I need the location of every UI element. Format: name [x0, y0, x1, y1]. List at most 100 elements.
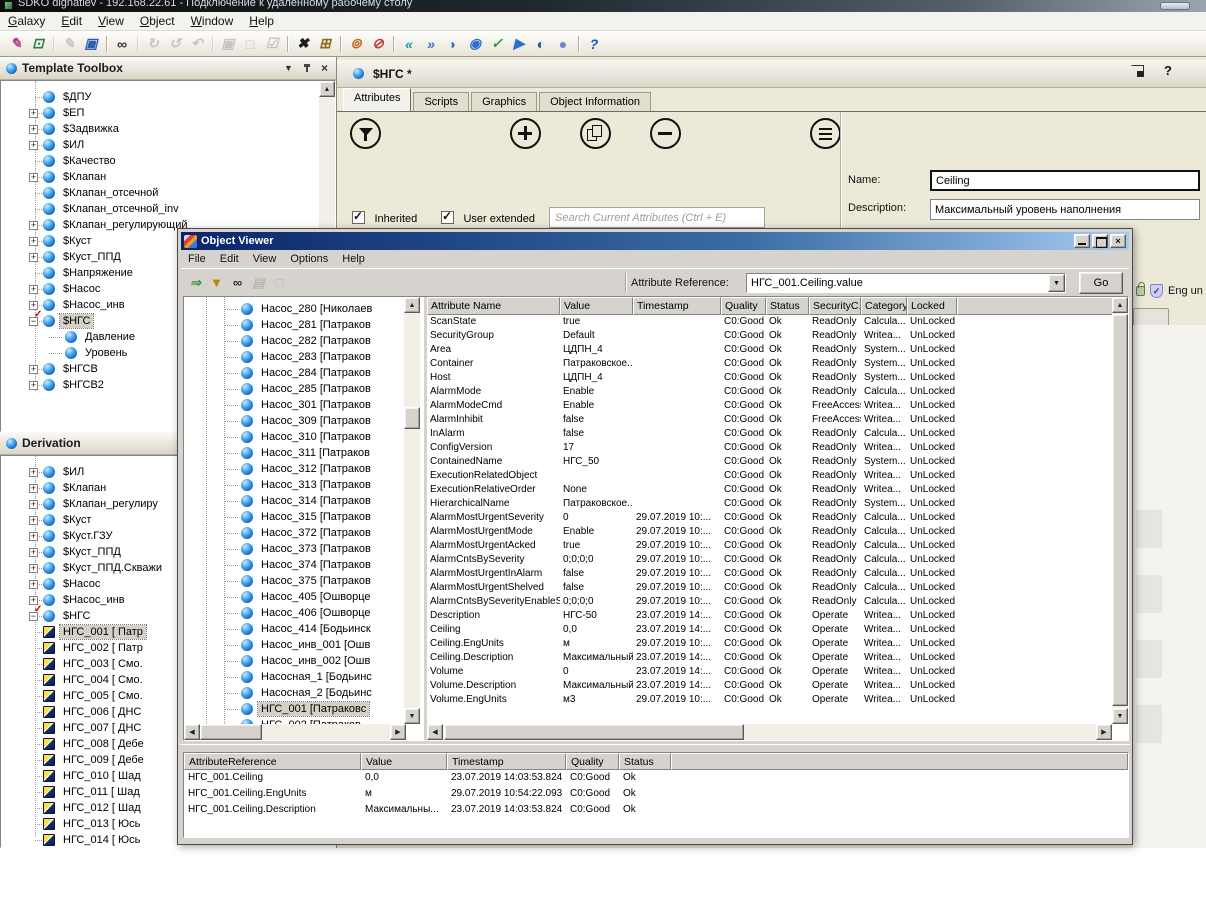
column-header[interactable]: Quality	[566, 753, 619, 770]
column-header[interactable]: AttributeReference	[184, 753, 361, 770]
tree-item[interactable]: $Клапан_отсечной	[1, 185, 319, 201]
scroll-up-button[interactable]: ▲	[404, 297, 420, 313]
menu-item[interactable]: Edit	[213, 251, 246, 267]
panel-menu-button[interactable]: ▼	[281, 61, 296, 75]
expander-icon[interactable]	[29, 141, 38, 150]
tree-item[interactable]: Насос_281 [Патраков	[184, 317, 404, 333]
checkout-icon[interactable]: ↻	[142, 33, 164, 55]
operations-icon[interactable]: ⊚	[345, 33, 367, 55]
globe-icon[interactable]: ◉	[464, 33, 486, 55]
expander-icon[interactable]	[29, 468, 38, 477]
maximize-button[interactable]	[1092, 234, 1108, 248]
description-field[interactable]	[930, 199, 1200, 220]
column-header[interactable]: Quality	[721, 297, 766, 315]
menu-item[interactable]: Options	[283, 251, 335, 267]
grid-row[interactable]: HierarchicalNameПатраковское... C0:Good …	[427, 497, 1128, 511]
globe-play-icon[interactable]: ▶	[508, 33, 530, 55]
tree-item[interactable]: Насос_314 [Патраков	[184, 493, 404, 509]
add-attribute-button[interactable]	[510, 118, 541, 149]
column-header[interactable]: Status	[766, 297, 809, 315]
column-header[interactable]: Value	[560, 297, 633, 315]
expander-icon[interactable]	[29, 564, 38, 573]
expander-icon[interactable]	[29, 548, 38, 557]
grid-row[interactable]: AlarmMostUrgentInAlarmfalse 29.07.2019 1…	[427, 567, 1128, 581]
grid-row[interactable]: Ceiling.EngUnitsм 29.07.2019 10:...C0:Go…	[427, 637, 1128, 651]
menu-item[interactable]: View	[90, 12, 132, 30]
help-icon[interactable]: ?	[583, 33, 605, 55]
expander-icon[interactable]	[29, 516, 38, 525]
tree-item[interactable]: Насос_406 [Ошворце	[184, 605, 404, 621]
tree-item[interactable]: Насос_284 [Патраков	[184, 365, 404, 381]
expander-icon[interactable]	[29, 109, 38, 118]
validate-icon[interactable]: ☑	[261, 33, 283, 55]
grid-row[interactable]: Ceiling.DescriptionМаксимальный... 23.07…	[427, 651, 1128, 665]
tree-item[interactable]: $Клапан_отсечной_inv	[1, 201, 319, 217]
tree-item[interactable]: $Задвижка	[1, 121, 319, 137]
tree-item[interactable]: Насос_285 [Патраков	[184, 381, 404, 397]
tree-item[interactable]: Насос_373 [Патраков	[184, 541, 404, 557]
checkin-icon[interactable]: ↺	[164, 33, 186, 55]
expander-icon[interactable]	[29, 125, 38, 134]
tree-item[interactable]: Насос_283 [Патраков	[184, 349, 404, 365]
tree-item[interactable]: $ЕП	[1, 105, 319, 121]
galaxy-load-icon[interactable]: □	[239, 33, 261, 55]
scroll-thumb[interactable]	[1112, 314, 1128, 706]
grid-row[interactable]: AlarmMostUrgentShelvedfalse 29.07.2019 1…	[427, 581, 1128, 595]
grid-row[interactable]: Volume.EngUnitsм3 29.07.2019 10:...C0:Go…	[427, 693, 1128, 707]
expander-icon[interactable]	[29, 484, 38, 493]
menu-item[interactable]: Help	[335, 251, 372, 267]
filter-attributes-button[interactable]	[350, 118, 381, 149]
grid-row[interactable]: ExecutionRelatedObject C0:Good OkReadOnl…	[427, 469, 1128, 483]
search-input[interactable]	[549, 207, 765, 228]
remote-minimize-button[interactable]	[1160, 2, 1190, 10]
close-icon[interactable]: ×	[317, 61, 332, 75]
tree-item[interactable]: Насос_309 [Патраков	[184, 413, 404, 429]
expander-icon[interactable]	[29, 580, 38, 589]
tree-item[interactable]: НГС_001 [Патраковс	[184, 701, 404, 717]
editor-tab[interactable]: Scripts	[413, 92, 469, 111]
comet-icon[interactable]: ◗	[442, 33, 464, 55]
editor-tab[interactable]: Graphics	[471, 92, 537, 111]
brush-icon[interactable]: ✎	[5, 33, 27, 55]
tree-item[interactable]: Насос_282 [Патраков	[184, 333, 404, 349]
horizontal-scrollbar[interactable]: ◀ ▶	[427, 724, 1112, 740]
expander-icon[interactable]	[29, 317, 38, 326]
tree-item[interactable]: $ИЛ	[1, 137, 319, 153]
column-header[interactable]: SecurityC...	[809, 297, 861, 315]
editor-tab[interactable]: Attributes	[343, 88, 411, 111]
tree-item[interactable]: $Качество	[1, 153, 319, 169]
expander-icon[interactable]	[29, 365, 38, 374]
vertical-scrollbar[interactable]: ▲ ▼	[404, 297, 420, 724]
grid-row[interactable]: AlarmModeCmdEnable C0:Good OkFreeAccess …	[427, 399, 1128, 413]
package-icon[interactable]: ▣	[217, 33, 239, 55]
scroll-up-button[interactable]: ▲	[1112, 297, 1128, 313]
galaxy-browser-icon[interactable]: ⊞	[314, 33, 336, 55]
column-header[interactable]: Status	[619, 753, 671, 770]
find-icon[interactable]: ∞	[227, 272, 248, 293]
expander-icon[interactable]	[29, 237, 38, 246]
watch-list-icon[interactable]: ▤	[248, 272, 269, 293]
grid-row[interactable]: InAlarmfalse C0:Good OkReadOnly Calcula.…	[427, 427, 1128, 441]
menu-item[interactable]: Help	[241, 12, 282, 30]
expander-icon[interactable]	[29, 596, 38, 605]
close-button[interactable]: ×	[1110, 234, 1126, 248]
go-button[interactable]: Go	[1079, 272, 1123, 294]
scroll-right-button[interactable]: ▶	[390, 724, 406, 740]
tree-item[interactable]: $ДПУ	[1, 89, 319, 105]
grid-row[interactable]: AlarmCntsBySeverity0;0;0;0 29.07.2019 10…	[427, 553, 1128, 567]
menu-item[interactable]: Galaxy	[0, 12, 53, 30]
scroll-down-button[interactable]: ▼	[404, 708, 420, 724]
scroll-thumb[interactable]	[200, 724, 262, 740]
tree-item[interactable]: Насос_375 [Патраков	[184, 573, 404, 589]
globe-network-icon[interactable]: ●	[552, 33, 574, 55]
watch-splitter[interactable]	[180, 744, 1130, 752]
scroll-left-button[interactable]: ◀	[184, 724, 200, 740]
grid-row[interactable]: ContainedNameНГС_50 C0:Good OkReadOnly S…	[427, 455, 1128, 469]
help-icon[interactable]: ?	[1164, 63, 1172, 78]
scroll-left-button[interactable]: ◀	[427, 724, 443, 740]
tree-item[interactable]: Насос_280 [Николаев	[184, 301, 404, 317]
user-extended-checkbox[interactable]	[441, 211, 454, 224]
editor-tab[interactable]: Object Information	[539, 92, 651, 111]
globe-validate-icon[interactable]: ✓	[486, 33, 508, 55]
vertical-scrollbar[interactable]: ▲ ▼	[1112, 297, 1128, 724]
